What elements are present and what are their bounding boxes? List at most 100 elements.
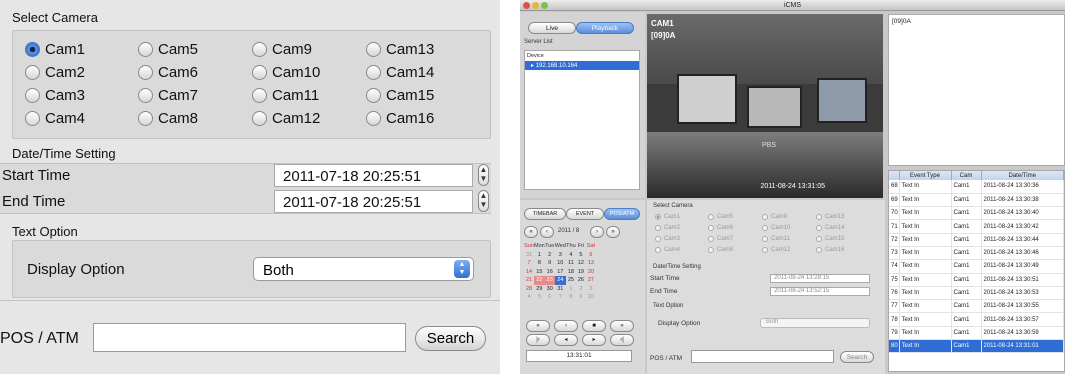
calendar-day[interactable]: 5: [576, 251, 586, 260]
camera-radio-cam15[interactable]: Cam15: [366, 84, 434, 106]
mini-camera-radio-cam8[interactable]: Cam8: [708, 247, 733, 253]
event-row[interactable]: 70 Text In Cam1 2011-08-24 13:30:40: [889, 206, 1064, 221]
next-month-button[interactable]: ›: [590, 226, 604, 238]
mini-camera-radio-cam14[interactable]: Cam14: [816, 225, 844, 231]
next-frame-icon[interactable]: ▸: [582, 334, 606, 346]
calendar-day[interactable]: 31: [555, 285, 566, 294]
event-row[interactable]: 73 Text In Cam1 2011-08-24 13:30:46: [889, 246, 1064, 261]
event-row[interactable]: 69 Text In Cam1 2011-08-24 13:30:38: [889, 193, 1064, 208]
tab-event[interactable]: EVENT: [566, 208, 604, 220]
device-item[interactable]: ▸ 192.168.10.164: [525, 61, 639, 70]
calendar-day[interactable]: 10: [555, 259, 566, 268]
mini-end-time-field[interactable]: 2011-08-24 13:52:15: [770, 287, 870, 296]
video-view[interactable]: PBS CAM1 [09]0A 2011-08-24 13:31:05: [647, 14, 883, 198]
event-row[interactable]: 77 Text In Cam1 2011-08-24 13:30:55: [889, 299, 1064, 314]
calendar-day[interactable]: 4: [524, 293, 534, 302]
mini-search-button[interactable]: Search: [840, 351, 874, 363]
calendar-day[interactable]: 1: [534, 251, 545, 260]
go-start-icon[interactable]: |‹: [526, 334, 550, 346]
prev-year-button[interactable]: «: [524, 226, 538, 238]
calendar-day[interactable]: 6: [545, 293, 555, 302]
event-column-header[interactable]: Date/Time: [981, 171, 1064, 180]
calendar-day[interactable]: 3: [555, 251, 566, 260]
event-row[interactable]: 68 Text In Cam1 2011-08-24 13:30:36: [889, 180, 1064, 194]
mini-camera-radio-cam9[interactable]: Cam9: [762, 214, 787, 220]
mini-camera-radio-cam7[interactable]: Cam7: [708, 236, 733, 242]
calendar-day[interactable]: 9: [576, 293, 586, 302]
calendar-day[interactable]: 31: [524, 251, 534, 260]
camera-radio-cam14[interactable]: Cam14: [366, 61, 434, 83]
zoom-window-icon[interactable]: [541, 2, 548, 9]
camera-radio-cam7[interactable]: Cam7: [138, 84, 198, 106]
calendar-day[interactable]: 18: [566, 268, 576, 277]
mini-pos-atm-input[interactable]: [691, 350, 834, 363]
mini-camera-radio-cam2[interactable]: Cam2: [655, 225, 680, 231]
calendar-day[interactable]: 30: [545, 285, 555, 294]
tab-timebar[interactable]: TIMEBAR: [524, 208, 566, 220]
pos-atm-input[interactable]: [93, 323, 406, 352]
go-end-icon[interactable]: ›|: [610, 334, 634, 346]
calendar-day[interactable]: 13: [586, 259, 596, 268]
calendar-day[interactable]: 7: [555, 293, 566, 302]
mini-display-option-select[interactable]: Both: [760, 318, 870, 328]
tab-pos-atm[interactable]: POS/ATM: [604, 208, 640, 220]
calendar-day[interactable]: 5: [534, 293, 545, 302]
calendar-day[interactable]: 23: [544, 276, 555, 285]
fast-forward-icon[interactable]: »: [610, 320, 634, 332]
calendar-day[interactable]: 28: [524, 285, 534, 294]
mini-camera-radio-cam6[interactable]: Cam6: [708, 225, 733, 231]
end-time-stepper[interactable]: ▲ ▼: [478, 190, 489, 212]
calendar-day[interactable]: 6: [586, 251, 596, 260]
clock-field[interactable]: 13:31:01: [526, 350, 632, 362]
event-row[interactable]: 75 Text In Cam1 2011-08-24 13:30:51: [889, 273, 1064, 287]
camera-radio-cam13[interactable]: Cam13: [366, 38, 434, 60]
rewind-icon[interactable]: «: [526, 320, 550, 332]
camera-radio-cam9[interactable]: Cam9: [252, 38, 312, 60]
camera-radio-cam8[interactable]: Cam8: [138, 107, 198, 129]
camera-radio-cam12[interactable]: Cam12: [252, 107, 320, 129]
end-time-field[interactable]: 2011-07-18 20:25:51: [274, 190, 473, 213]
event-column-header[interactable]: [889, 171, 900, 180]
calendar-day[interactable]: 24: [554, 276, 566, 285]
calendar-day[interactable]: 2: [545, 251, 555, 260]
calendar-day[interactable]: 8: [534, 259, 545, 268]
event-row[interactable]: 79 Text In Cam1 2011-08-24 13:30:59: [889, 326, 1064, 341]
event-row[interactable]: 74 Text In Cam1 2011-08-24 13:30:49: [889, 259, 1064, 274]
calendar-day[interactable]: 8: [566, 293, 576, 302]
calendar-day[interactable]: 26: [576, 276, 586, 285]
start-time-stepper[interactable]: ▲ ▼: [478, 164, 489, 186]
calendar-day[interactable]: 15: [534, 268, 545, 277]
calendar-day[interactable]: 17: [555, 268, 566, 277]
calendar-day[interactable]: 21: [524, 276, 534, 285]
event-row[interactable]: 76 Text In Cam1 2011-08-24 13:30:53: [889, 286, 1064, 301]
event-column-header[interactable]: Cam: [951, 171, 982, 180]
mini-camera-radio-cam16[interactable]: Cam16: [816, 247, 844, 253]
calendar-day[interactable]: 22: [534, 276, 545, 285]
camera-radio-cam11[interactable]: Cam11: [252, 84, 319, 106]
calendar-day[interactable]: 9: [545, 259, 555, 268]
calendar-day[interactable]: 3: [586, 285, 596, 294]
calendar-day[interactable]: 10: [586, 293, 596, 302]
calendar-day[interactable]: 19: [576, 268, 586, 277]
mini-start-time-field[interactable]: 2011-08-24 13:28:15: [770, 274, 870, 283]
event-row[interactable]: 72 Text In Cam1 2011-08-24 13:30:44: [889, 233, 1064, 247]
mini-camera-radio-cam5[interactable]: Cam5: [708, 214, 733, 220]
mini-camera-radio-cam12[interactable]: Cam12: [762, 247, 790, 253]
mini-camera-radio-cam11[interactable]: Cam11: [762, 236, 790, 242]
prev-month-button[interactable]: ‹: [540, 226, 554, 238]
calendar-day[interactable]: 29: [534, 285, 545, 294]
mini-camera-radio-cam15[interactable]: Cam15: [816, 236, 844, 242]
display-option-select[interactable]: Both ▲ ▼: [253, 257, 474, 281]
event-row[interactable]: 78 Text In Cam1 2011-08-24 13:30:57: [889, 312, 1064, 327]
search-button[interactable]: Search: [415, 326, 486, 351]
camera-radio-cam3[interactable]: Cam3: [25, 84, 85, 106]
next-year-button[interactable]: »: [606, 226, 620, 238]
calendar-day[interactable]: 27: [586, 276, 596, 285]
mini-camera-radio-cam4[interactable]: Cam4: [655, 247, 680, 253]
camera-radio-cam10[interactable]: Cam10: [252, 61, 320, 83]
calendar-day[interactable]: 2: [576, 285, 586, 294]
calendar-day[interactable]: 25: [566, 276, 576, 285]
event-column-header[interactable]: Event Type: [899, 171, 952, 180]
step-back-icon[interactable]: ‹: [554, 320, 578, 332]
minimize-window-icon[interactable]: [532, 2, 539, 9]
